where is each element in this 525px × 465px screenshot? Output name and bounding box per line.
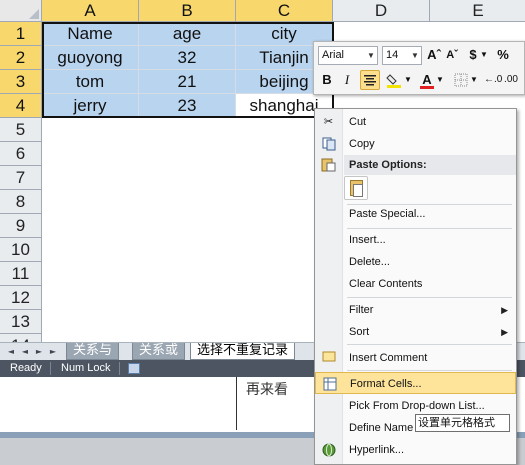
row-header-1[interactable]: 1 (0, 22, 42, 46)
row-header-11[interactable]: 11 (0, 262, 42, 286)
sheet-tab-active[interactable]: 选择不重复记录 (190, 343, 296, 360)
status-separator (119, 362, 120, 375)
font-name-value: Arial (322, 49, 345, 61)
row-header-12[interactable]: 12 (0, 286, 42, 310)
row-header-8[interactable]: 8 (0, 190, 42, 214)
chevron-down-icon[interactable]: ▼ (404, 70, 412, 90)
chevron-down-icon[interactable]: ▼ (409, 47, 421, 64)
cell-a4[interactable]: jerry (42, 94, 139, 118)
increase-decimal-button[interactable]: ←.0 (484, 70, 502, 90)
font-color-button[interactable]: A (418, 70, 436, 90)
cell-a3[interactable]: tom (42, 70, 139, 94)
first-sheet-icon[interactable]: ◄ (6, 346, 16, 357)
format-cells-icon (322, 377, 337, 391)
menu-item-sort[interactable]: Sort ▶ (315, 321, 516, 343)
status-num-lock: Num Lock (61, 362, 111, 374)
next-sheet-icon[interactable]: ► (34, 346, 44, 357)
paste-button[interactable] (344, 176, 368, 200)
grow-font-button[interactable]: Aˆ (426, 45, 442, 65)
font-color-label: A (422, 72, 432, 87)
row-header-5[interactable]: 5 (0, 118, 42, 142)
row-header-7[interactable]: 7 (0, 166, 42, 190)
scissors-icon: ✂ (323, 116, 334, 128)
clipboard-icon (321, 157, 336, 172)
copy-icon (321, 137, 336, 151)
chevron-down-icon[interactable]: ▼ (436, 70, 444, 90)
context-menu: ✂ Cut Copy Paste Options: Paste Special.… (314, 108, 517, 465)
row-header-10[interactable]: 10 (0, 238, 42, 262)
background-divider (236, 375, 237, 430)
column-header-c[interactable]: C (236, 0, 333, 22)
row-header-3[interactable]: 3 (0, 70, 42, 94)
row-header-9[interactable]: 9 (0, 214, 42, 238)
fill-color-button[interactable] (384, 70, 404, 90)
status-ready: Ready (10, 362, 42, 374)
menu-item-insert-comment[interactable]: Insert Comment (315, 347, 516, 369)
align-center-icon (364, 75, 376, 86)
submenu-arrow-icon: ▶ (501, 305, 508, 315)
borders-button[interactable] (452, 70, 470, 90)
font-name-combo[interactable]: Arial ▼ (318, 46, 378, 65)
menu-item-copy[interactable]: Copy (315, 133, 516, 155)
align-center-button[interactable] (360, 70, 380, 90)
column-header-d[interactable]: D (333, 0, 430, 22)
select-all-corner[interactable] (0, 0, 42, 22)
mini-toolbar: Arial ▼ 14 ▼ Aˆ Aˇ $ ▼ % B I ▼ A ▼ ▼ ←.0… (313, 41, 525, 95)
percent-button[interactable]: % (494, 45, 512, 65)
column-header-e[interactable]: E (430, 0, 525, 22)
font-size-combo[interactable]: 14 ▼ (382, 46, 422, 65)
shrink-font-button[interactable]: Aˇ (444, 45, 460, 65)
row-header-4[interactable]: 4 (0, 94, 42, 118)
macro-record-icon[interactable] (128, 363, 140, 374)
row-header-2[interactable]: 2 (0, 46, 42, 70)
menu-item-clear-contents[interactable]: Clear Contents (315, 273, 516, 295)
decrease-decimal-button[interactable]: .00 (502, 70, 520, 90)
menu-item-paste-special[interactable]: Paste Special... (315, 203, 516, 225)
italic-button[interactable]: I (338, 70, 356, 90)
format-cells-tooltip: 设置单元格格式 (415, 414, 510, 432)
column-header-a[interactable]: A (42, 0, 139, 22)
chevron-down-icon[interactable]: ▼ (480, 45, 488, 65)
cell-b2[interactable]: 32 (139, 46, 236, 70)
bold-button[interactable]: B (318, 70, 336, 90)
chevron-down-icon[interactable]: ▼ (470, 70, 478, 90)
cell-a2[interactable]: guoyong (42, 46, 139, 70)
cell-b4[interactable]: 23 (139, 94, 236, 118)
background-text: 再来看 (246, 382, 288, 398)
font-color-swatch (420, 86, 434, 89)
globe-link-icon (321, 443, 336, 457)
submenu-arrow-icon: ▶ (501, 327, 508, 337)
sheet-tab-2[interactable]: 关系或 (132, 343, 186, 360)
menu-separator (347, 344, 512, 345)
comment-icon (321, 351, 336, 365)
cell-a1[interactable]: Name (42, 22, 139, 46)
chevron-down-icon[interactable]: ▼ (365, 47, 377, 64)
menu-item-cut[interactable]: ✂ Cut (315, 111, 516, 133)
menu-separator (347, 370, 512, 371)
menu-item-insert[interactable]: Insert... (315, 229, 516, 251)
sheet-tab-1[interactable]: 关系与 (66, 343, 120, 360)
menu-item-format-cells[interactable]: Format Cells... (315, 372, 516, 394)
currency-button[interactable]: $ (466, 45, 480, 65)
borders-icon (454, 73, 468, 87)
paste-options-heading: Paste Options: (344, 155, 516, 175)
menu-item-delete[interactable]: Delete... (315, 251, 516, 273)
menu-item-hyperlink[interactable]: Hyperlink... (315, 439, 516, 461)
menu-separator (347, 297, 512, 298)
status-separator (50, 362, 51, 375)
row-header-14[interactable]: 14 (0, 334, 42, 342)
cell-b1[interactable]: age (139, 22, 236, 46)
row-header-6[interactable]: 6 (0, 142, 42, 166)
menu-item-filter[interactable]: Filter ▶ (315, 299, 516, 321)
paint-bucket-icon (386, 74, 401, 88)
cell-b3[interactable]: 21 (139, 70, 236, 94)
font-size-value: 14 (386, 49, 399, 61)
row-header-13[interactable]: 13 (0, 310, 42, 334)
column-header-b[interactable]: B (139, 0, 236, 22)
last-sheet-icon[interactable]: ► (48, 346, 58, 357)
prev-sheet-icon[interactable]: ◄ (20, 346, 30, 357)
